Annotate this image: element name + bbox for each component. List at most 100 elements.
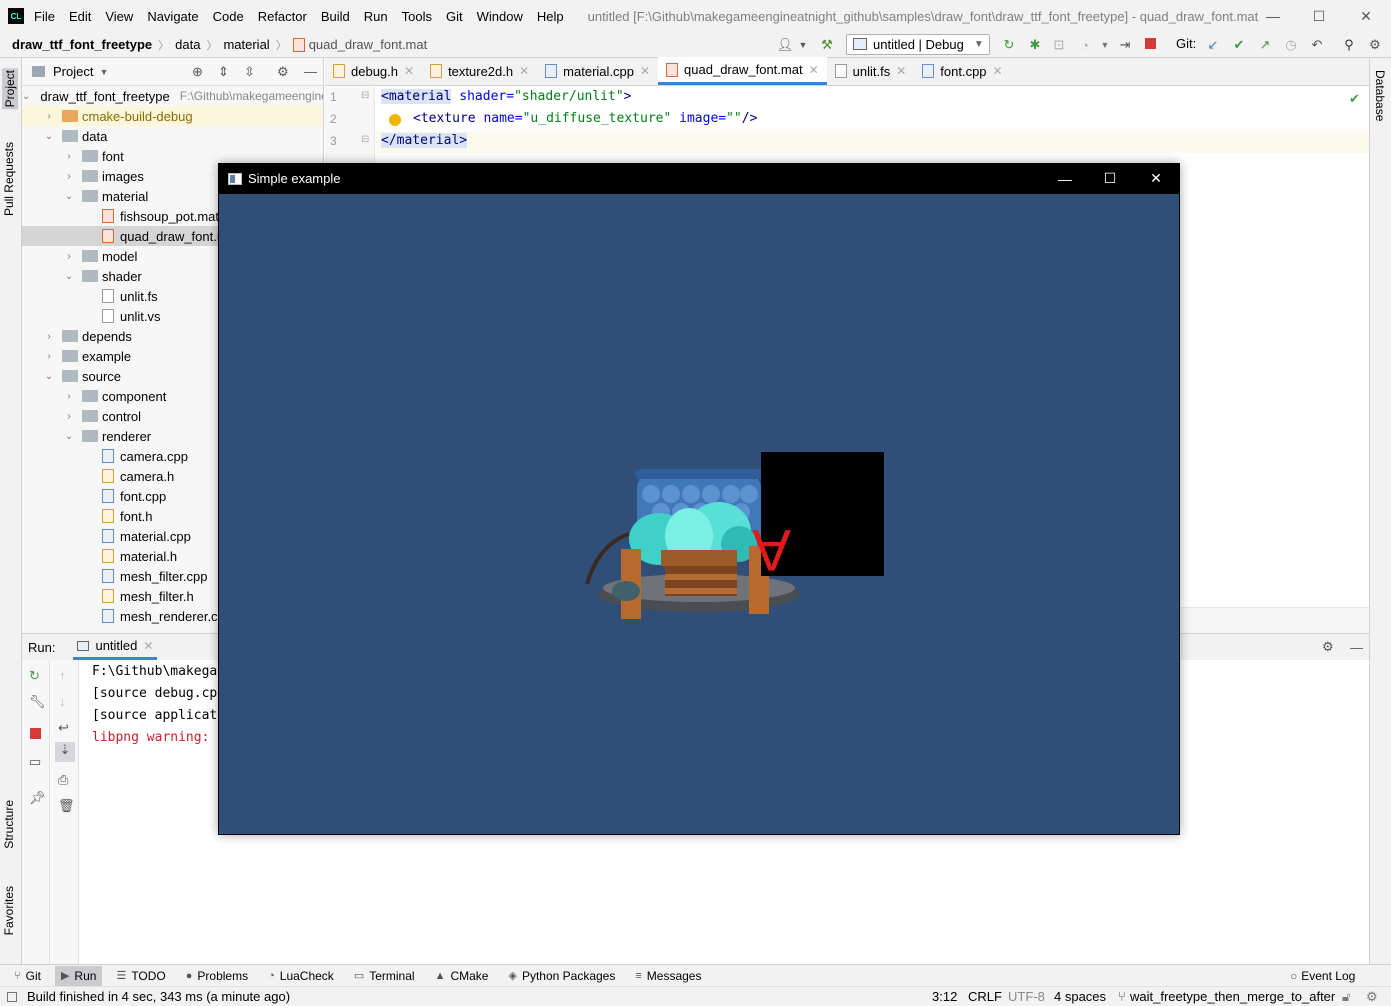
lock-icon[interactable]: 🔓︎ [1342, 989, 1350, 1005]
locate-icon[interactable]: ⊕ [192, 64, 203, 80]
close-icon[interactable]: ✕ [143, 639, 153, 653]
collapse-all-icon[interactable]: ⇳ [244, 64, 255, 80]
profiler-icon[interactable]: ◔ [1076, 36, 1094, 54]
minimize-button[interactable]: — [1042, 163, 1088, 194]
close-button[interactable]: ✕ [1133, 163, 1179, 194]
simple-example-title-bar[interactable]: Simple example — ☐ ✕ [218, 163, 1180, 194]
close-icon[interactable]: ✕ [404, 64, 414, 78]
breadcrumb-project[interactable]: draw_ttf_font_freetype [12, 37, 152, 52]
tool-todo[interactable]: ☰ TODO [110, 966, 171, 986]
editor-tab[interactable]: font.cpp ✕ [914, 57, 1010, 85]
caret-position[interactable]: 3:12 [932, 989, 957, 1004]
chevron-right-icon[interactable]: › [42, 331, 56, 342]
tool-problems[interactable]: ● Problems [180, 966, 254, 986]
menu-run[interactable]: Run [364, 9, 388, 24]
editor-tab[interactable]: texture2d.h ✕ [422, 57, 537, 85]
menu-navigate[interactable]: Navigate [147, 9, 198, 24]
status-message[interactable]: Build finished in 4 sec, 343 ms (a minut… [27, 989, 290, 1004]
menu-code[interactable]: Code [213, 9, 244, 24]
rollback-icon[interactable]: ↶ [1308, 36, 1326, 54]
tree-item[interactable]: ⌄ data [22, 126, 322, 146]
user-icon[interactable]: 👤︎ [776, 36, 794, 54]
close-button[interactable]: ✕ [1343, 0, 1389, 32]
layout-icon[interactable]: ▭ [29, 754, 41, 770]
trash-icon[interactable]: 🗑︎ [58, 798, 75, 814]
menu-refactor[interactable]: Refactor [258, 9, 307, 24]
git-push-icon[interactable]: ↗ [1256, 36, 1274, 54]
menu-git[interactable]: Git [446, 9, 463, 24]
project-tool-tab[interactable]: Project [2, 68, 18, 110]
rerun-icon[interactable]: ↻ [29, 668, 40, 684]
search-icon[interactable]: ⚲ [1340, 36, 1358, 54]
git-commit-icon[interactable]: ✔ [1230, 36, 1248, 54]
render-viewport[interactable]: A [219, 194, 1179, 834]
stop-icon[interactable] [1145, 38, 1156, 49]
tool-python-packages[interactable]: ◈ Python Packages [502, 966, 621, 986]
chevron-down-icon[interactable]: ▼ [99, 67, 108, 77]
chevron-down-icon[interactable]: ⌄ [62, 431, 76, 442]
memory-indicator-icon[interactable]: ⚙ [1366, 989, 1378, 1005]
chevron-right-icon[interactable]: › [62, 411, 76, 422]
breadcrumb-data[interactable]: data [175, 37, 200, 52]
maximize-button[interactable]: ☐ [1296, 0, 1342, 32]
settings-gear-icon[interactable]: ⚙ [1366, 36, 1384, 54]
soft-wrap-icon[interactable]: ↩ [58, 720, 69, 736]
chevron-right-icon[interactable]: › [62, 171, 76, 182]
pull-requests-tool-tab[interactable]: Pull Requests [2, 142, 16, 216]
tool-terminal[interactable]: ▭ Terminal [348, 966, 421, 986]
tree-root[interactable]: ⌄ draw_ttf_font_freetype F:\Github\makeg… [22, 86, 323, 106]
editor-tab[interactable]: unlit.fs ✕ [827, 57, 915, 85]
git-update-icon[interactable]: ↙ [1204, 36, 1222, 54]
tool-luacheck[interactable]: ◔ LuaCheck [262, 966, 340, 986]
menu-edit[interactable]: Edit [69, 9, 91, 24]
close-icon[interactable]: ✕ [896, 64, 906, 78]
settings-gear-icon[interactable]: ⚙ [277, 64, 289, 80]
menu-file[interactable]: File [34, 9, 55, 24]
structure-tool-tab[interactable]: Structure [2, 800, 16, 849]
coverage-icon[interactable]: ⊡ [1050, 36, 1068, 54]
indent-setting[interactable]: 4 spaces [1054, 989, 1106, 1004]
tool-run[interactable]: ▶ Run [54, 965, 103, 986]
menu-window[interactable]: Window [477, 9, 523, 24]
settings-gear-icon[interactable]: ⚙ [1322, 639, 1334, 655]
close-icon[interactable]: ✕ [519, 64, 529, 78]
git-branch[interactable]: wait_freetype_then_merge_to_after [1130, 989, 1335, 1004]
breadcrumb-file[interactable]: quad_draw_font.mat [309, 37, 428, 52]
pin-icon[interactable]: 📌︎ [29, 790, 46, 806]
event-log-button[interactable]: ○ Event Log [1290, 969, 1355, 983]
print-icon[interactable]: ⎙ [58, 772, 68, 788]
editor-tab[interactable]: material.cpp ✕ [537, 57, 658, 85]
run-tab-untitled[interactable]: untitled ✕ [73, 634, 158, 660]
fold-marker-icon[interactable]: ⊟ [361, 134, 369, 145]
close-icon[interactable]: ✕ [809, 63, 819, 77]
debug-bug-icon[interactable]: ✱ [1026, 36, 1044, 54]
close-icon[interactable]: ✕ [993, 64, 1003, 78]
hide-panel-icon[interactable]: — [1350, 640, 1363, 655]
tool-messages[interactable]: ≡ Messages [629, 966, 707, 986]
history-icon[interactable]: ◷ [1282, 36, 1300, 54]
attach-icon[interactable]: ⇥ [1116, 36, 1134, 54]
toggle-tool-windows-icon[interactable] [7, 991, 17, 1002]
chevron-down-icon[interactable]: ⌄ [42, 131, 56, 142]
expand-all-icon[interactable]: ⇕ [218, 64, 229, 80]
chevron-right-icon[interactable]: › [42, 111, 56, 122]
breadcrumb-material[interactable]: material [223, 37, 269, 52]
no-problems-check-icon[interactable]: ✔ [1349, 91, 1360, 107]
chevron-down-icon[interactable]: ▼ [1096, 36, 1114, 54]
stop-icon[interactable] [30, 728, 41, 739]
intention-bulb-icon[interactable] [389, 114, 401, 126]
chevron-right-icon[interactable]: › [62, 251, 76, 262]
menu-help[interactable]: Help [537, 9, 564, 24]
tree-item[interactable]: › cmake-build-debug [22, 106, 322, 126]
chevron-right-icon[interactable]: › [62, 391, 76, 402]
scroll-to-end-icon[interactable]: ⇣ [55, 742, 75, 762]
chevron-down-icon[interactable]: ⌄ [62, 271, 76, 282]
file-encoding[interactable]: UTF-8 [1008, 989, 1045, 1004]
minimize-button[interactable]: — [1250, 0, 1296, 32]
wrench-icon[interactable]: 🔧︎ [29, 694, 46, 710]
chevron-right-icon[interactable]: › [42, 351, 56, 362]
menu-tools[interactable]: Tools [402, 9, 432, 24]
tool-cmake[interactable]: ▲ CMake [429, 966, 495, 986]
arrow-down-icon[interactable]: ↓ [59, 694, 66, 709]
arrow-up-icon[interactable]: ↑ [59, 668, 66, 683]
